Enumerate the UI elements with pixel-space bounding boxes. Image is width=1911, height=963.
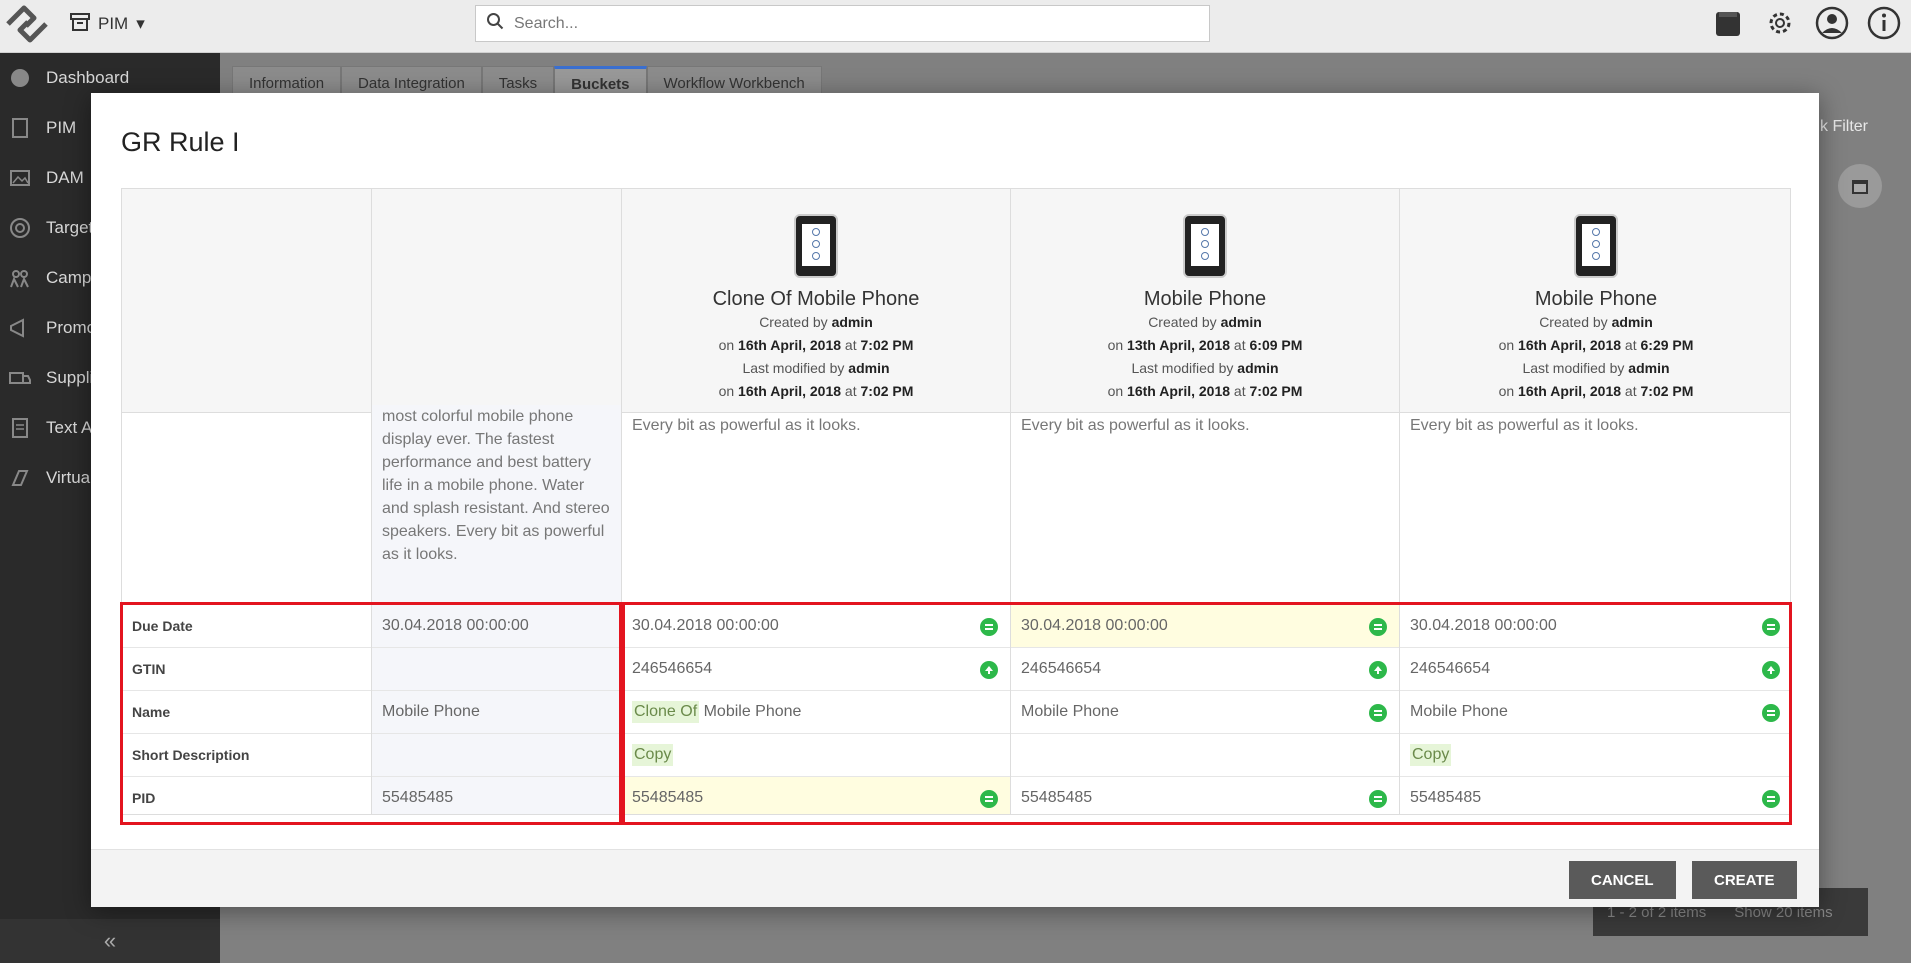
equal-icon[interactable]: [1762, 790, 1780, 808]
product-gtin[interactable]: 246546654: [622, 647, 1010, 690]
name-diff-highlight: Clone Of: [632, 701, 700, 723]
product-modified-date: on 16th April, 2018 at 7:02 PM: [718, 383, 914, 399]
product-pid[interactable]: 55485485: [622, 776, 1010, 814]
equal-icon[interactable]: [1369, 790, 1387, 808]
arrow-up-icon[interactable]: [1762, 661, 1780, 679]
product-created: Created by admin: [759, 314, 873, 330]
product-modified: Last modified by admin: [1131, 360, 1279, 376]
product-modified: Last modified by admin: [742, 360, 890, 376]
arrow-up-icon[interactable]: [1369, 661, 1387, 679]
master-short-description[interactable]: [372, 733, 621, 776]
master-header: [372, 189, 621, 413]
field-label-column: Due Date GTIN Name Short Description PID: [122, 189, 372, 814]
product-column-2: Mobile Phone Created by admin on 13th Ap…: [1011, 189, 1400, 814]
product-modified-date: on 16th April, 2018 at 7:02 PM: [1498, 383, 1694, 399]
product-name[interactable]: Mobile Phone: [1400, 690, 1790, 733]
product-short-description[interactable]: [1011, 733, 1399, 776]
master-due-date[interactable]: 30.04.2018 00:00:00: [372, 604, 621, 647]
master-name[interactable]: Mobile Phone: [372, 690, 621, 733]
product-short-description[interactable]: Copy: [1400, 733, 1790, 776]
equal-icon[interactable]: [1762, 618, 1780, 636]
product-column-1: Clone Of Mobile Phone Created by admin o…: [622, 189, 1011, 814]
equal-icon[interactable]: [1762, 704, 1780, 722]
cancel-button[interactable]: CANCEL: [1569, 861, 1676, 899]
product-modified: Last modified by admin: [1522, 360, 1670, 376]
product-thumbnail[interactable]: [1183, 214, 1227, 278]
modal-title: GR Rule I: [121, 127, 240, 157]
master-pid[interactable]: 55485485: [372, 776, 621, 814]
product-due-date[interactable]: 30.04.2018 00:00:00: [1011, 604, 1399, 647]
product-gtin[interactable]: 246546654: [1011, 647, 1399, 690]
product-created-date: on 16th April, 2018 at 7:02 PM: [718, 337, 914, 353]
equal-icon[interactable]: [980, 618, 998, 636]
product-header: Clone Of Mobile Phone Created by admin o…: [622, 189, 1010, 413]
merge-modal: GR Rule I Due Date GTIN Name Short Descr…: [91, 93, 1819, 907]
product-created: Created by admin: [1148, 314, 1262, 330]
equal-icon[interactable]: [1369, 618, 1387, 636]
product-header: Mobile Phone Created by admin on 13th Ap…: [1011, 189, 1399, 413]
product-column-3: Mobile Phone Created by admin on 16th Ap…: [1400, 189, 1790, 814]
product-thumbnail[interactable]: [1574, 214, 1618, 278]
field-label-gtin: GTIN: [122, 647, 371, 690]
master-column: most colorful mobile phone display ever.…: [372, 189, 622, 814]
equal-icon[interactable]: [980, 790, 998, 808]
product-title: Mobile Phone: [1534, 288, 1658, 310]
arrow-up-icon[interactable]: [980, 661, 998, 679]
equal-icon[interactable]: [1369, 704, 1387, 722]
product-modified-date: on 16th April, 2018 at 7:02 PM: [1107, 383, 1303, 399]
product-description: Every bit as powerful as it looks.: [632, 417, 861, 434]
field-label-name: Name: [122, 690, 371, 733]
product-thumbnail[interactable]: [794, 214, 838, 278]
product-name[interactable]: Clone Of Mobile Phone: [622, 690, 1010, 733]
product-pid[interactable]: 55485485: [1400, 776, 1790, 814]
product-gtin[interactable]: 246546654: [1400, 647, 1790, 690]
product-title: Mobile Phone: [1143, 288, 1267, 310]
product-title: Clone Of Mobile Phone: [712, 288, 920, 310]
product-description: Every bit as powerful as it looks.: [1410, 417, 1639, 434]
create-button[interactable]: CREATE: [1692, 861, 1797, 899]
product-header: Mobile Phone Created by admin on 16th Ap…: [1400, 189, 1790, 413]
field-label-short-description: Short Description: [122, 733, 371, 776]
master-gtin[interactable]: [372, 647, 621, 690]
field-label-pid: PID: [122, 776, 371, 814]
master-description: most colorful mobile phone display ever.…: [372, 405, 621, 595]
product-created-date: on 16th April, 2018 at 6:29 PM: [1498, 337, 1694, 353]
field-label-due-date: Due Date: [122, 604, 371, 647]
product-pid[interactable]: 55485485: [1011, 776, 1399, 814]
product-created-date: on 13th April, 2018 at 6:09 PM: [1107, 337, 1303, 353]
product-description: Every bit as powerful as it looks.: [1021, 417, 1250, 434]
product-created: Created by admin: [1539, 314, 1653, 330]
short-description-chip: Copy: [1410, 744, 1452, 766]
product-due-date[interactable]: 30.04.2018 00:00:00: [1400, 604, 1790, 647]
product-short-description[interactable]: Copy: [622, 733, 1010, 776]
short-description-chip: Copy: [632, 744, 674, 766]
product-due-date[interactable]: 30.04.2018 00:00:00: [622, 604, 1010, 647]
modal-footer: CANCEL CREATE: [91, 849, 1819, 907]
empty-header: [122, 189, 371, 413]
comparison-grid: Due Date GTIN Name Short Description PID…: [121, 188, 1791, 815]
product-name[interactable]: Mobile Phone: [1011, 690, 1399, 733]
